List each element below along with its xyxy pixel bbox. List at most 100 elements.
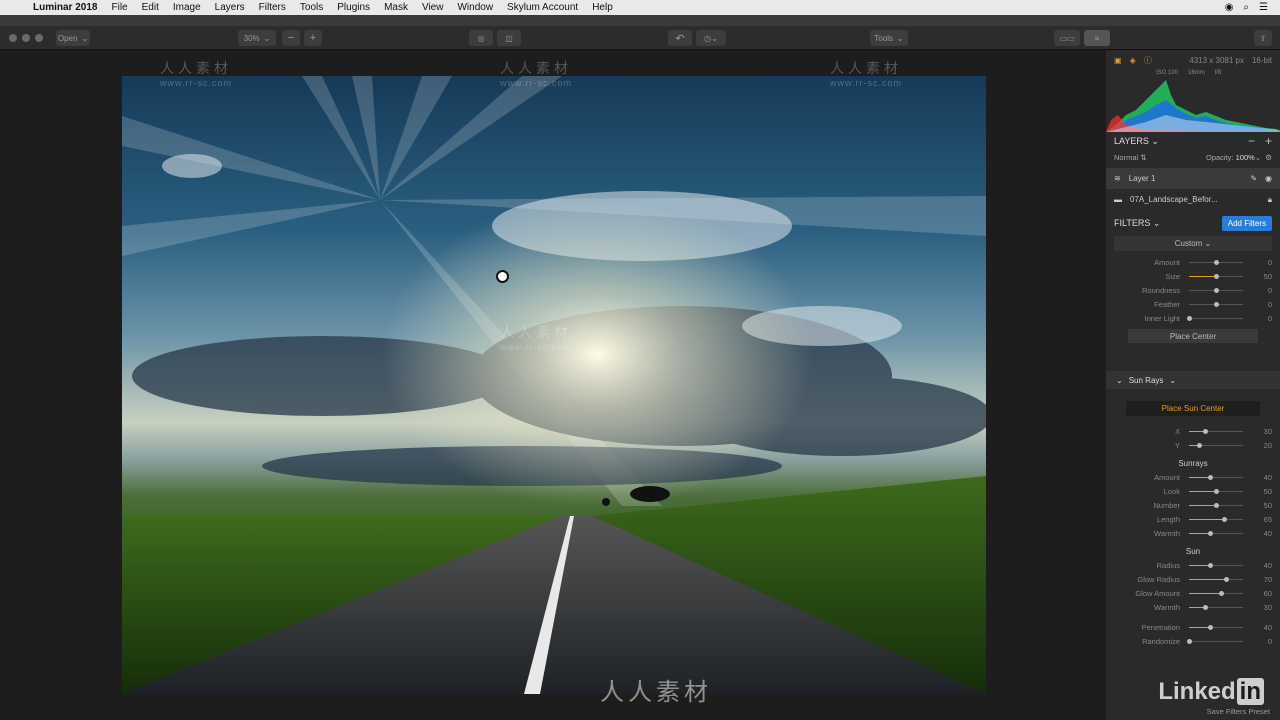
slider-track[interactable] — [1189, 516, 1243, 522]
slider-amount[interactable]: Amount 40 — [1106, 470, 1280, 484]
slider-track[interactable] — [1186, 638, 1243, 644]
add-filters-button[interactable]: Add Filters — [1221, 215, 1272, 231]
slider-knob[interactable] — [1213, 301, 1219, 307]
slider-knob[interactable] — [1213, 259, 1219, 265]
slider-knob[interactable] — [1208, 530, 1214, 536]
menu-skylum-account[interactable]: Skylum Account — [500, 2, 585, 13]
eye-icon[interactable]: ◉ — [1265, 174, 1272, 183]
slider-x[interactable]: X 30 — [1106, 424, 1280, 438]
slider-glow-radius[interactable]: Glow Radius 70 — [1106, 572, 1280, 586]
slider-knob[interactable] — [1186, 315, 1192, 321]
slider-roundness[interactable]: Roundness 0 — [1106, 283, 1280, 297]
opacity-value[interactable]: 100% — [1236, 153, 1255, 162]
slider-track[interactable] — [1189, 442, 1243, 448]
zoom-select[interactable]: 30% ⌄ — [238, 30, 276, 46]
menu-layers[interactable]: Layers — [208, 2, 252, 13]
list-icon[interactable]: ☰ — [1259, 2, 1268, 13]
slider-amount[interactable]: Amount 0 — [1106, 255, 1280, 269]
zoom-in-button[interactable]: + — [304, 30, 322, 46]
layer-settings-icon[interactable]: ≋ — [1114, 174, 1121, 183]
slider-track[interactable] — [1189, 474, 1243, 480]
slider-knob[interactable] — [1202, 428, 1208, 434]
menu-window[interactable]: Window — [450, 2, 500, 13]
zoom-window-button[interactable] — [35, 34, 43, 42]
slider-track[interactable] — [1189, 562, 1243, 568]
add-layer-button[interactable]: + — [1265, 134, 1272, 148]
slider-track[interactable] — [1189, 502, 1243, 508]
slider-warmth[interactable]: Warmth 40 — [1106, 526, 1280, 540]
brush-icon[interactable]: ✎ — [1250, 174, 1257, 183]
slider-penetration[interactable]: Penetration 40 — [1106, 620, 1280, 634]
slider-radius[interactable]: Radius 40 — [1106, 558, 1280, 572]
slider-knob[interactable] — [1221, 516, 1227, 522]
slider-track[interactable] — [1189, 287, 1243, 293]
slider-warmth[interactable]: Warmth 30 — [1106, 600, 1280, 614]
slider-knob[interactable] — [1213, 273, 1219, 279]
slider-randomize[interactable]: Randomize 0 — [1106, 634, 1280, 648]
share-icon[interactable]: ⇪ — [1254, 30, 1272, 46]
filters-title[interactable]: FILTERS — [1114, 218, 1150, 228]
slider-knob[interactable] — [1213, 488, 1219, 494]
menu-edit[interactable]: Edit — [135, 2, 166, 13]
history-icon[interactable]: ◷⌄ — [696, 30, 726, 46]
layer-item-base[interactable]: ▬ 07A_Landscape_Befor... 🔒︎ — [1106, 189, 1280, 210]
sliders-icon[interactable]: ≡ — [1084, 30, 1110, 46]
slider-knob[interactable] — [1186, 638, 1192, 644]
menu-tools[interactable]: Tools — [293, 2, 330, 13]
slider-y[interactable]: Y 20 — [1106, 438, 1280, 452]
minimize-window-button[interactable] — [22, 34, 30, 42]
sun-center-handle[interactable] — [496, 270, 509, 283]
menu-mask[interactable]: Mask — [377, 2, 415, 13]
compare-icon[interactable]: ◫ — [497, 30, 521, 46]
slider-knob[interactable] — [1213, 287, 1219, 293]
remove-layer-button[interactable]: − — [1248, 134, 1255, 148]
menu-file[interactable]: File — [104, 2, 134, 13]
blend-mode-select[interactable]: Normal — [1114, 153, 1138, 162]
eye-icon[interactable]: ◎ — [469, 30, 493, 46]
slider-knob[interactable] — [1197, 442, 1203, 448]
slider-glow-amount[interactable]: Glow Amount 60 — [1106, 586, 1280, 600]
undo-icon[interactable]: ↶ — [668, 30, 692, 46]
slider-feather[interactable]: Feather 0 — [1106, 297, 1280, 311]
slider-knob[interactable] — [1218, 590, 1224, 596]
layers-icon[interactable]: ◈ — [1130, 56, 1136, 65]
user-icon[interactable]: ◉ — [1225, 2, 1234, 13]
info-icon[interactable]: ⓘ — [1144, 55, 1152, 66]
open-button[interactable]: Open ⌄ — [56, 30, 90, 46]
canvas-area[interactable]: 人人素材 www.rr-sc.com 人人素材 www.rr-sc.com 人人素材… — [0, 50, 1106, 720]
slider-knob[interactable] — [1202, 604, 1208, 610]
photo-canvas[interactable] — [122, 76, 986, 694]
sunrays-header[interactable]: ⌄ Sun Rays ⌄ — [1106, 371, 1280, 389]
menu-view[interactable]: View — [415, 2, 451, 13]
place-sun-center-button[interactable]: Place Sun Center — [1126, 401, 1260, 416]
slider-knob[interactable] — [1208, 562, 1214, 568]
slider-look[interactable]: Look 50 — [1106, 484, 1280, 498]
zoom-out-button[interactable]: − — [282, 30, 300, 46]
layer-item[interactable]: ≋ Layer 1 ✎ ◉ — [1106, 168, 1280, 189]
slider-knob[interactable] — [1224, 576, 1230, 582]
tools-button[interactable]: Tools ⌄ — [870, 30, 908, 46]
search-icon[interactable]: ⌕ — [1243, 2, 1249, 13]
slider-track[interactable] — [1189, 624, 1243, 630]
slider-track[interactable] — [1189, 428, 1243, 434]
slider-track[interactable] — [1189, 259, 1243, 265]
slider-size[interactable]: Size 50 — [1106, 269, 1280, 283]
slider-track[interactable] — [1189, 604, 1243, 610]
slider-knob[interactable] — [1208, 474, 1214, 480]
slider-length[interactable]: Length 65 — [1106, 512, 1280, 526]
image-icon[interactable]: ▣ — [1114, 56, 1122, 65]
slider-track[interactable] — [1189, 576, 1243, 582]
close-window-button[interactable] — [9, 34, 17, 42]
filmstrip-icon[interactable]: ▭▭ — [1054, 30, 1080, 46]
place-center-button[interactable]: Place Center — [1128, 329, 1258, 343]
slider-knob[interactable] — [1208, 624, 1214, 630]
slider-track[interactable] — [1189, 488, 1243, 494]
menu-help[interactable]: Help — [585, 2, 620, 13]
slider-track[interactable] — [1186, 315, 1243, 321]
slider-inner-light[interactable]: Inner Light 0 — [1106, 311, 1280, 325]
menu-filters[interactable]: Filters — [252, 2, 293, 13]
layers-section-header[interactable]: LAYERS ⌄ − + — [1106, 132, 1280, 150]
preset-select[interactable]: Custom ⌄ — [1114, 236, 1272, 251]
gear-icon[interactable]: ⚙ — [1265, 153, 1272, 162]
save-filters-preset-button[interactable]: Save Filters Preset — [1207, 707, 1270, 716]
